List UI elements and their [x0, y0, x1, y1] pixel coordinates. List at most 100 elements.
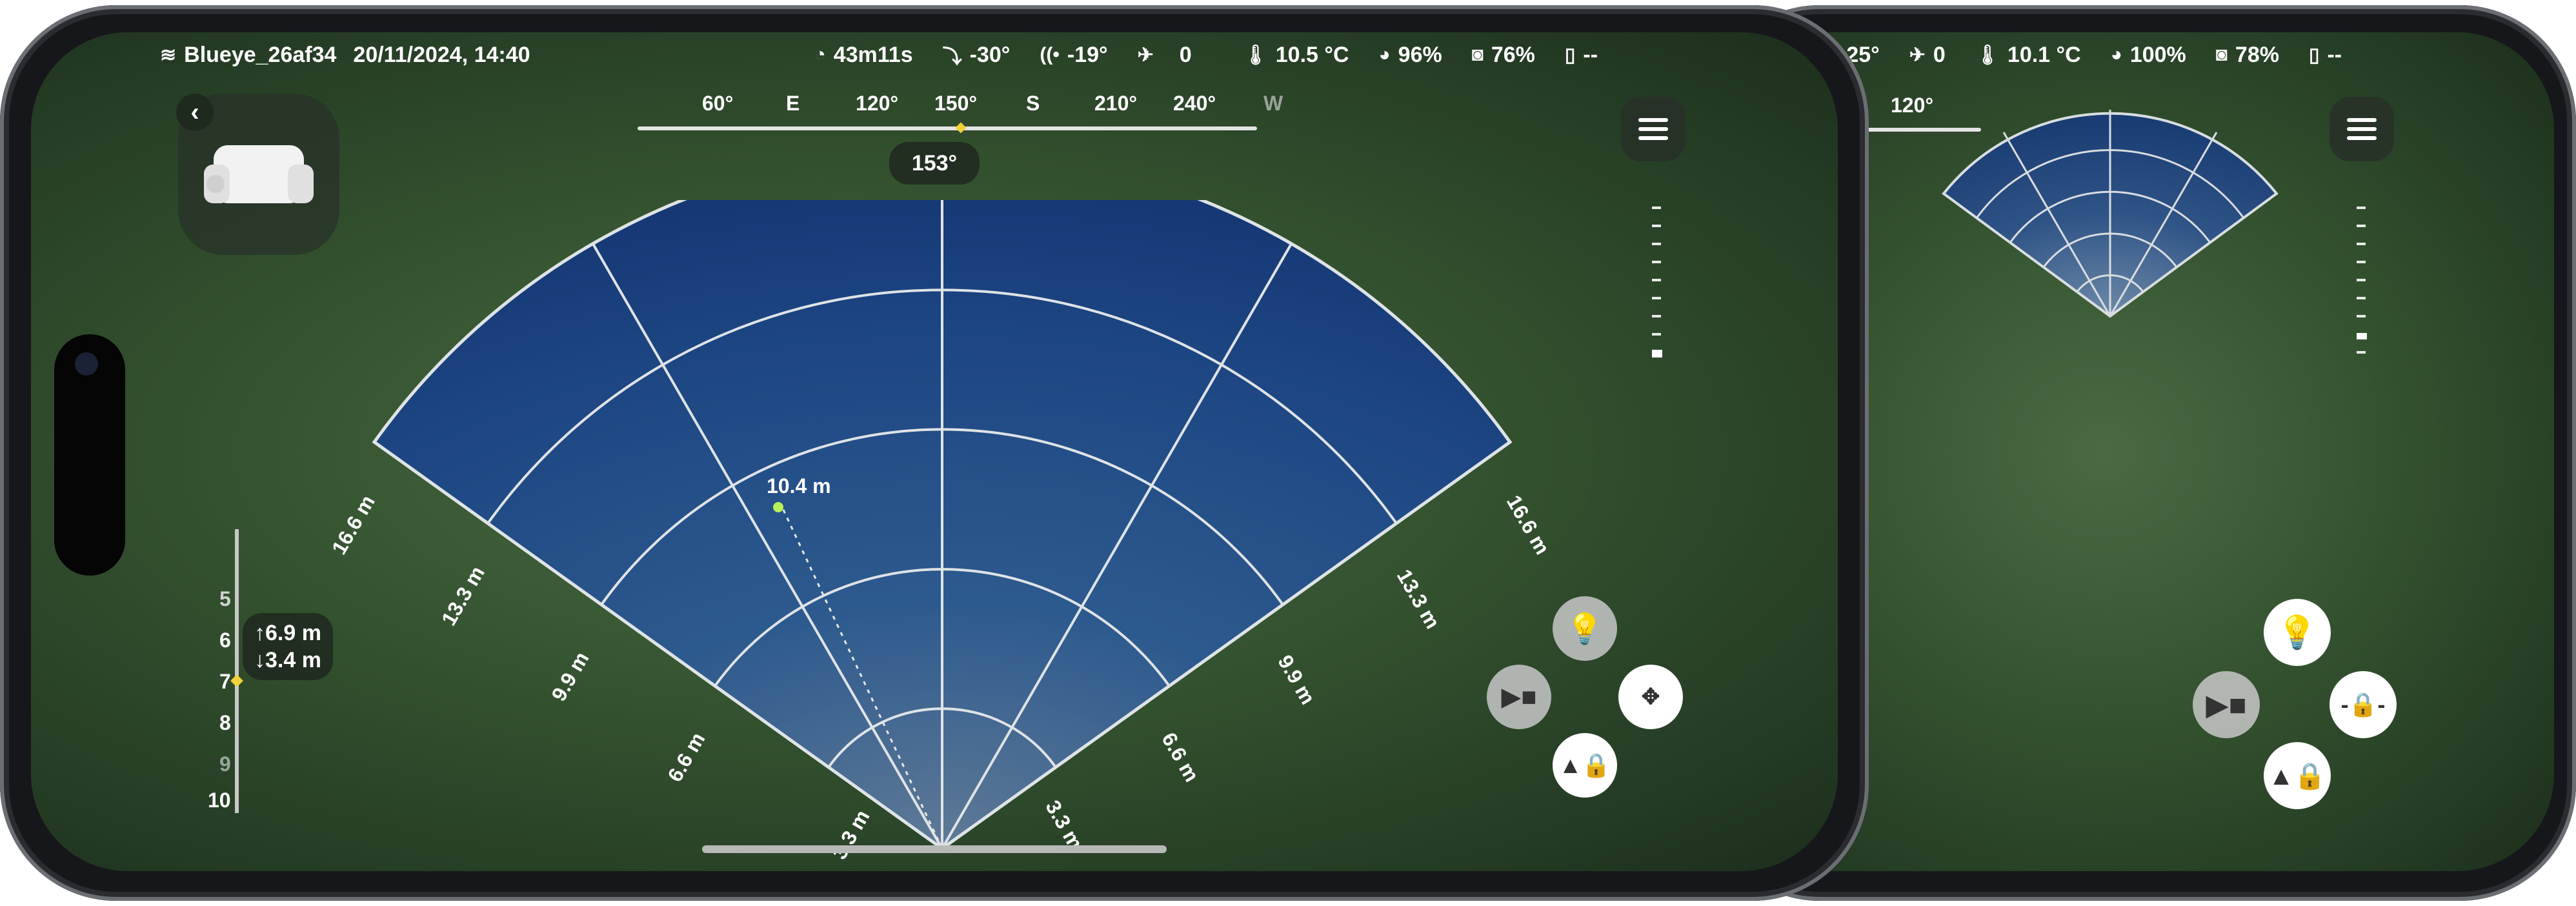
signal-status: ((• -19°: [1040, 43, 1107, 68]
phone-battery-status: ▯ --: [2309, 43, 2342, 68]
back-light-button[interactable]: 💡: [2264, 599, 2331, 666]
depth-value: 10: [208, 789, 231, 812]
back-menu-button[interactable]: [2329, 97, 2394, 161]
timer-value: 43m11s: [833, 42, 913, 67]
network-name: Blueye_26af34: [184, 42, 337, 67]
diver-icon: ✈: [1909, 44, 1926, 66]
compass-label: 60°: [702, 92, 734, 115]
drone-battery-value: 96%: [1398, 42, 1442, 67]
back-status-bar: -25° ✈ 0 🌡 10.1 °C ◕ 100% ◙ 78% ▯ --: [1839, 32, 2371, 77]
phone-battery-value: --: [2327, 42, 2342, 67]
heading-badge: 153°: [889, 142, 980, 185]
back-vertical-lock-button[interactable]: ▲🔒: [2264, 742, 2331, 809]
depth-value: 5: [219, 587, 231, 610]
front-status-bar: ≋ Blueye_26af34 20/11/2024, 14:40 ◔ 43m11s…: [160, 32, 1627, 77]
signal-icon: ((•: [1040, 44, 1060, 65]
count-value: 0: [1179, 42, 1192, 67]
depth-marker: [230, 674, 243, 687]
wifi-icon: ≋: [160, 44, 177, 66]
network-status: ≋ Blueye_26af34: [160, 43, 336, 68]
controller-icon: ◙: [2215, 44, 2228, 65]
diver-icon: ✈: [1137, 44, 1154, 66]
depth-value: 9: [219, 752, 231, 776]
menu-icon: [1638, 118, 1668, 122]
timer-status: ◔ 43m11s: [814, 43, 913, 68]
menu-icon: [2347, 118, 2377, 122]
chevron-left-icon: ‹: [190, 97, 199, 126]
light-bulb-icon: 💡: [2277, 614, 2318, 650]
lock-horizontal-icon: -🔒-: [2340, 691, 2386, 718]
sonar-target-marker[interactable]: [773, 502, 783, 512]
lock-move-button[interactable]: ✥: [1618, 665, 1683, 729]
drone-battery-icon: ◕: [1378, 44, 1391, 65]
sonar-target-label: 10.4 m: [767, 474, 831, 498]
front-phone-screen: ≋ Blueye_26af34 20/11/2024, 14:40 ◔ 43m11s…: [31, 32, 1838, 871]
controller-battery-status: ◙ 76%: [1472, 43, 1535, 68]
compass-label: 120°: [856, 92, 899, 115]
count-value: 0: [1933, 42, 1946, 67]
temperature-status: 🌡 10.5 °C: [1243, 43, 1349, 68]
tilt-status: ⤵ -30°: [943, 41, 1011, 69]
phone-battery-value: --: [1583, 42, 1598, 67]
lock-vertical-icon: ▲🔒: [1558, 752, 1611, 778]
camera-button[interactable]: ▶■: [1487, 665, 1551, 729]
controller-battery-value: 78%: [2235, 42, 2279, 67]
phone-battery-status: ▯ --: [1565, 43, 1598, 68]
camera-lens-icon: [75, 352, 98, 376]
compass-label: 210°: [1094, 92, 1138, 115]
camera-tilt-ruler: [1652, 206, 1662, 374]
temperature-status: 🌡 10.1 °C: [1975, 43, 2081, 68]
light-button[interactable]: 💡: [1553, 596, 1617, 661]
menu-button[interactable]: [1621, 97, 1685, 161]
back-lock-button[interactable]: -🔒-: [2329, 671, 2397, 738]
drone-battery-icon: ◕: [2110, 44, 2122, 65]
compass-bar: [638, 126, 1257, 130]
tilt-icon: ⤵: [942, 46, 962, 68]
controller-icon: ◙: [1471, 44, 1484, 65]
depth-value: 7: [219, 670, 231, 693]
altitude-up: ↑6.9 m: [254, 621, 321, 645]
vertical-lock-button[interactable]: ▲🔒: [1553, 733, 1617, 798]
depth-scale-line: [235, 529, 239, 813]
compass-label: S: [1026, 92, 1040, 115]
tilt-value: -30°: [969, 42, 1011, 67]
drone-battery-status: ◕ 96%: [1379, 43, 1442, 68]
back-sonar-view: [1942, 110, 2279, 318]
controller-battery-value: 76%: [1491, 42, 1535, 67]
controller-battery-status: ◙ 78%: [2216, 43, 2279, 68]
clock-icon: ◔: [814, 44, 826, 65]
lock-vertical-icon: ▲🔒: [2268, 761, 2326, 790]
drone-battery-status: ◕ 100%: [2111, 43, 2186, 68]
sonar-view: [372, 200, 1513, 851]
depth-value: 6: [219, 629, 231, 652]
home-indicator[interactable]: [702, 845, 1167, 853]
thermometer-icon: 🌡: [1243, 44, 1268, 66]
depth-scale: 5 6 7 8 9 10: [179, 523, 250, 820]
compass-label: E: [786, 92, 800, 115]
count-status: ✈ 0: [1138, 43, 1192, 68]
depth-value: 8: [219, 711, 231, 734]
light-bulb-icon: 💡: [1566, 611, 1604, 645]
altitude-down: ↓3.4 m: [254, 648, 321, 672]
thermometer-icon: 🌡: [1975, 44, 2000, 66]
camera-icon: ▶■: [1501, 683, 1537, 711]
compass-label: 150°: [934, 92, 978, 115]
compass-label: W: [1263, 92, 1283, 115]
back-camera-button[interactable]: ▶■: [2193, 671, 2260, 738]
compass-label: 240°: [1173, 92, 1216, 115]
drone-battery-value: 100%: [2129, 42, 2186, 67]
lock-move-icon: ✥: [1641, 685, 1660, 709]
datetime-value: 20/11/2024, 14:40: [353, 42, 530, 67]
count-status: ✈ 0: [1909, 43, 1946, 68]
compass-heading-marker: [955, 122, 967, 134]
phone-icon: ▯: [2308, 44, 2320, 66]
temperature-value: 10.5 °C: [1275, 42, 1349, 67]
camera-icon: ▶■: [2206, 688, 2247, 721]
phone-icon: ▯: [1564, 44, 1576, 66]
temperature-value: 10.1 °C: [2007, 42, 2081, 67]
back-depth-ruler: [2357, 206, 2367, 374]
back-button[interactable]: ‹: [176, 94, 214, 131]
altitude-box: ↑6.9 m ↓3.4 m: [243, 613, 333, 680]
signal-value: -19°: [1067, 42, 1108, 67]
datetime-status: 20/11/2024, 14:40: [353, 43, 530, 68]
